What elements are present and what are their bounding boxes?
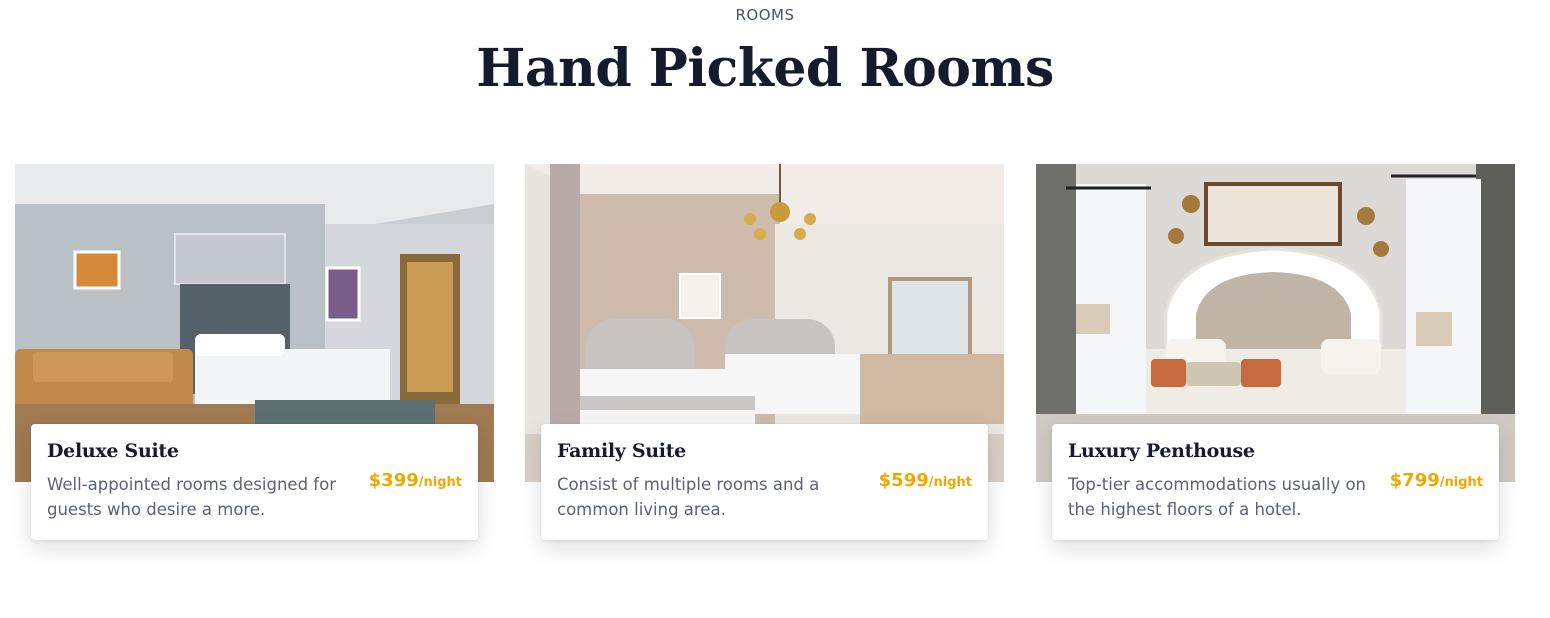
room-description: Top-tier accommodations usually on the h… [1068,475,1367,519]
room-price: $399/night [369,470,462,491]
room-name[interactable]: Deluxe Suite [47,440,462,462]
price-unit: /night [418,475,462,490]
room-card-deluxe-suite[interactable]: Deluxe Suite Well-appointed rooms design… [15,164,494,544]
price-amount: $799 [1389,470,1440,491]
section-title: Hand Picked Rooms [476,38,1054,99]
room-card-luxury-penthouse[interactable]: Luxury Penthouse Top-tier accommodations… [1036,164,1515,544]
price-amount: $599 [878,470,929,491]
price-unit: /night [1439,475,1483,490]
room-card-family-suite[interactable]: Family Suite Consist of multiple rooms a… [525,164,1004,544]
room-description: Consist of multiple rooms and a common l… [557,475,820,519]
room-name[interactable]: Luxury Penthouse [1068,440,1483,462]
room-info-card: Deluxe Suite Well-appointed rooms design… [31,424,478,540]
price-amount: $399 [368,470,419,491]
room-info-card: Family Suite Consist of multiple rooms a… [541,424,988,540]
room-info-card: Luxury Penthouse Top-tier accommodations… [1052,424,1499,540]
price-unit: /night [928,475,972,490]
section-eyebrow: ROOMS [735,6,795,24]
room-price: $599/night [879,470,972,491]
room-price: $799/night [1390,470,1483,491]
room-name[interactable]: Family Suite [557,440,972,462]
room-description: Well-appointed rooms designed for guests… [47,475,336,519]
